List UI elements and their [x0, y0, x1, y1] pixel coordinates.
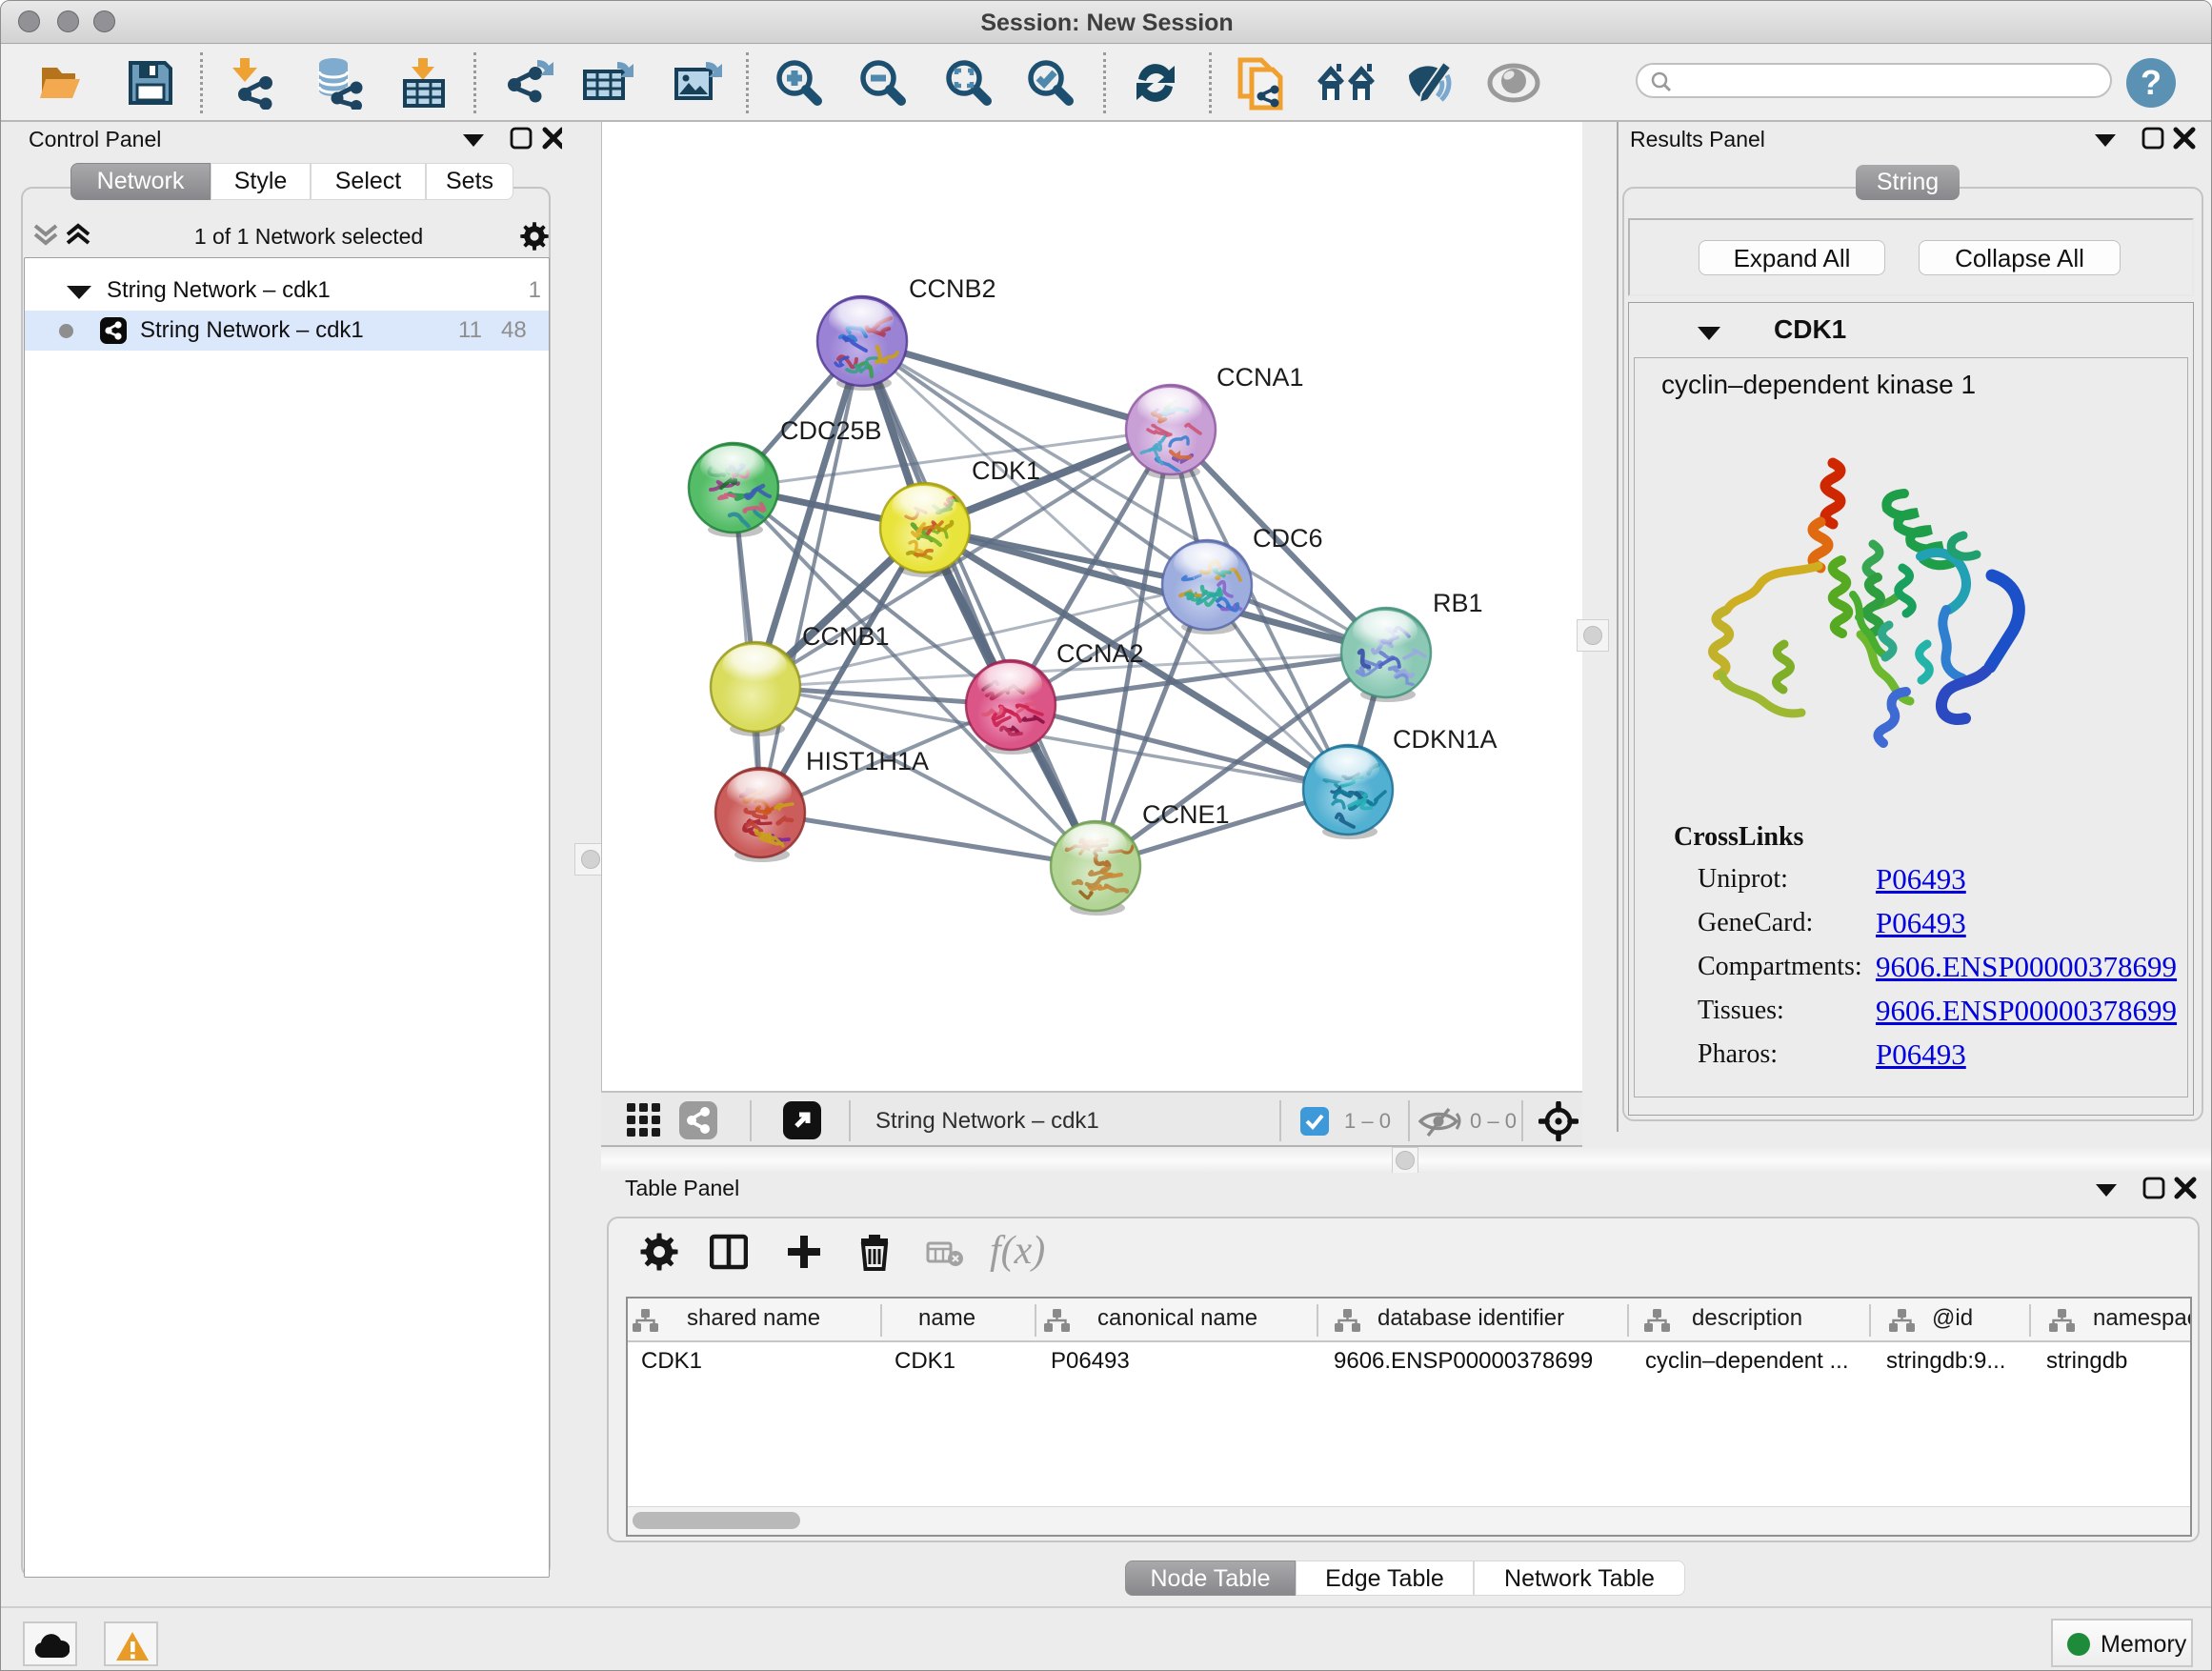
svg-text:CDC25B: CDC25B: [780, 416, 882, 445]
svg-text:CCNB1: CCNB1: [802, 622, 890, 651]
svg-text:HIST1H1A: HIST1H1A: [806, 747, 929, 775]
svg-text:RB1: RB1: [1433, 589, 1483, 617]
svg-text:CCNB2: CCNB2: [909, 274, 996, 303]
svg-text:?: ?: [2141, 63, 2162, 102]
svg-text:CDKN1A: CDKN1A: [1393, 725, 1498, 754]
svg-text:CDC6: CDC6: [1253, 524, 1323, 553]
svg-text:CCNA1: CCNA1: [1217, 363, 1304, 392]
svg-text:CDK1: CDK1: [972, 456, 1040, 485]
svg-text:CCNE1: CCNE1: [1142, 800, 1230, 829]
svg-text:CCNA2: CCNA2: [1056, 639, 1144, 668]
